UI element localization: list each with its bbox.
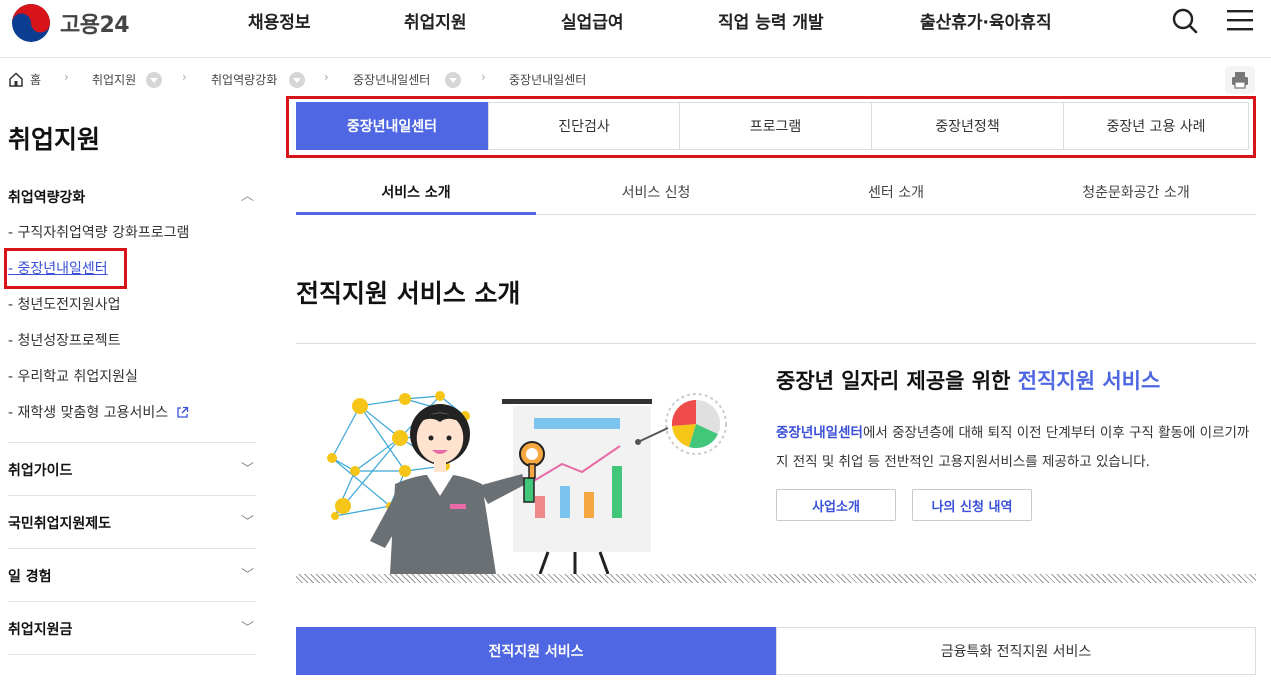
sidebar-group-capability[interactable]: 취업역량강화 ︿ bbox=[8, 187, 256, 207]
consultant-presentation-illustration bbox=[327, 391, 727, 575]
subtab-service-apply[interactable]: 서비스 신청 bbox=[536, 170, 776, 214]
my-application-button[interactable]: 나의 신청 내역 bbox=[912, 489, 1032, 521]
nav-item-unemployment-benefits[interactable]: 실업급여 bbox=[561, 8, 624, 33]
chevron-right-icon: › bbox=[481, 70, 486, 84]
tab-program[interactable]: 프로그램 bbox=[679, 102, 872, 150]
sidebar-group-guide[interactable]: 취업가이드 ﹀ bbox=[8, 460, 256, 480]
hatched-divider bbox=[296, 574, 1256, 583]
chevron-right-icon: › bbox=[324, 70, 329, 84]
divider bbox=[8, 442, 256, 443]
heading-highlight: 전직지원 서비스 bbox=[1017, 369, 1161, 393]
sidebar-item-job-seeker-program[interactable]: - 구직자취업역량 강화프로그램 bbox=[8, 222, 189, 242]
tab-outplacement-service[interactable]: 전직지원 서비스 bbox=[296, 627, 776, 675]
external-link-icon bbox=[176, 406, 188, 418]
highlight-box-sidebar bbox=[4, 248, 127, 289]
sidebar-item-school-office[interactable]: - 우리학교 취업지원실 bbox=[8, 366, 138, 386]
chevron-down-icon: ﹀ bbox=[240, 515, 254, 530]
breadcrumb-home[interactable]: 홈 bbox=[30, 71, 41, 88]
nav-item-parental-leave[interactable]: 출산휴가·육아휴직 bbox=[920, 8, 1052, 33]
home-icon[interactable] bbox=[8, 72, 24, 87]
content-description: 중장년내일센터에서 중장년층에 대해 퇴직 이전 단계부터 이후 구직 활동에 … bbox=[776, 419, 1251, 477]
site-header: 고용24 채용정보 취업지원 실업급여 직업 능력 개발 출산휴가·육아휴직 bbox=[0, 0, 1271, 58]
chevron-right-icon: › bbox=[182, 70, 187, 84]
breadcrumb-item[interactable]: 취업역량강화 bbox=[211, 71, 277, 88]
breadcrumb: 홈 › 취업지원 › 취업역량강화 › 중장년내일센터 › 중장년내일센터 bbox=[0, 70, 1271, 90]
tab-diagnostic-test[interactable]: 진단검사 bbox=[488, 102, 680, 150]
subtab-youth-space[interactable]: 청춘문화공간 소개 bbox=[1016, 170, 1256, 214]
tab-finance-outplacement-service[interactable]: 금융특화 전직지원 서비스 bbox=[776, 627, 1256, 675]
sidebar-group-label: 취업역량강화 bbox=[8, 190, 86, 206]
sidebar-item-youth-growth[interactable]: - 청년성장프로젝트 bbox=[8, 330, 121, 350]
divider bbox=[8, 654, 256, 655]
nav-item-jobs[interactable]: 채용정보 bbox=[248, 8, 311, 33]
breadcrumb-item[interactable]: 취업지원 bbox=[92, 71, 136, 88]
sidebar-title: 취업지원 bbox=[8, 125, 101, 154]
hamburger-menu-icon[interactable] bbox=[1226, 8, 1254, 32]
chevron-down-icon: ﹀ bbox=[240, 462, 254, 477]
subtab-center-intro[interactable]: 센터 소개 bbox=[776, 170, 1016, 214]
chevron-up-icon: ︿ bbox=[240, 189, 254, 204]
divider bbox=[296, 343, 1256, 344]
chevron-down-icon: ﹀ bbox=[240, 568, 254, 583]
divider bbox=[8, 548, 256, 549]
divider bbox=[8, 601, 256, 602]
sidebar-group-label: 취업가이드 bbox=[8, 463, 73, 479]
tab-midcareer-center[interactable]: 중장년내일센터 bbox=[296, 102, 488, 150]
tab-policy[interactable]: 중장년정책 bbox=[871, 102, 1064, 150]
breadcrumb-item[interactable]: 중장년내일센터 bbox=[353, 71, 430, 88]
dropdown-icon[interactable] bbox=[445, 72, 461, 88]
sidebar-group-label: 일 경험 bbox=[8, 569, 52, 585]
print-button[interactable] bbox=[1225, 66, 1255, 94]
nav-item-skills-development[interactable]: 직업 능력 개발 bbox=[718, 8, 824, 33]
sidebar-group-national-program[interactable]: 국민취업지원제도 ﹀ bbox=[8, 513, 256, 533]
sidebar-item-label: - 재학생 맞춤형 고용서비스 bbox=[8, 405, 169, 421]
dropdown-icon[interactable] bbox=[289, 72, 305, 88]
printer-icon bbox=[1232, 72, 1248, 89]
subtab-service-intro[interactable]: 서비스 소개 bbox=[296, 170, 536, 214]
business-intro-button[interactable]: 사업소개 bbox=[776, 489, 896, 521]
heading-text: 중장년 일자리 제공을 위한 bbox=[776, 369, 1018, 393]
dropdown-icon[interactable] bbox=[146, 72, 162, 88]
site-logo[interactable]: 고용24 bbox=[10, 2, 130, 44]
chevron-down-icon: ﹀ bbox=[240, 621, 254, 636]
divider bbox=[8, 495, 256, 496]
active-tab-indicator bbox=[296, 212, 536, 215]
breadcrumb-current: 중장년내일센터 bbox=[509, 73, 587, 87]
logo-text: 고용24 bbox=[60, 13, 130, 38]
sidebar-group-work-experience[interactable]: 일 경험 ﹀ bbox=[8, 566, 256, 586]
sidebar-item-student-service[interactable]: - 재학생 맞춤형 고용서비스 bbox=[8, 402, 189, 422]
tab-employment-cases[interactable]: 중장년 고용 사례 bbox=[1063, 102, 1249, 150]
taegeuk-logo-icon bbox=[12, 4, 50, 42]
sidebar-item-youth-challenge[interactable]: - 청년도전지원사업 bbox=[8, 294, 121, 314]
description-keyword: 중장년내일센터 bbox=[776, 425, 863, 441]
page-title: 전직지원 서비스 소개 bbox=[296, 279, 521, 308]
search-icon[interactable] bbox=[1171, 7, 1199, 35]
chevron-right-icon: › bbox=[64, 70, 69, 84]
content-heading: 중장년 일자리 제공을 위한 전직지원 서비스 bbox=[776, 365, 1160, 395]
sidebar-group-subsidy[interactable]: 취업지원금 ﹀ bbox=[8, 619, 256, 639]
sidebar-group-label: 국민취업지원제도 bbox=[8, 516, 112, 532]
nav-item-employment-support[interactable]: 취업지원 bbox=[404, 8, 467, 33]
sidebar-group-label: 취업지원금 bbox=[8, 622, 73, 638]
